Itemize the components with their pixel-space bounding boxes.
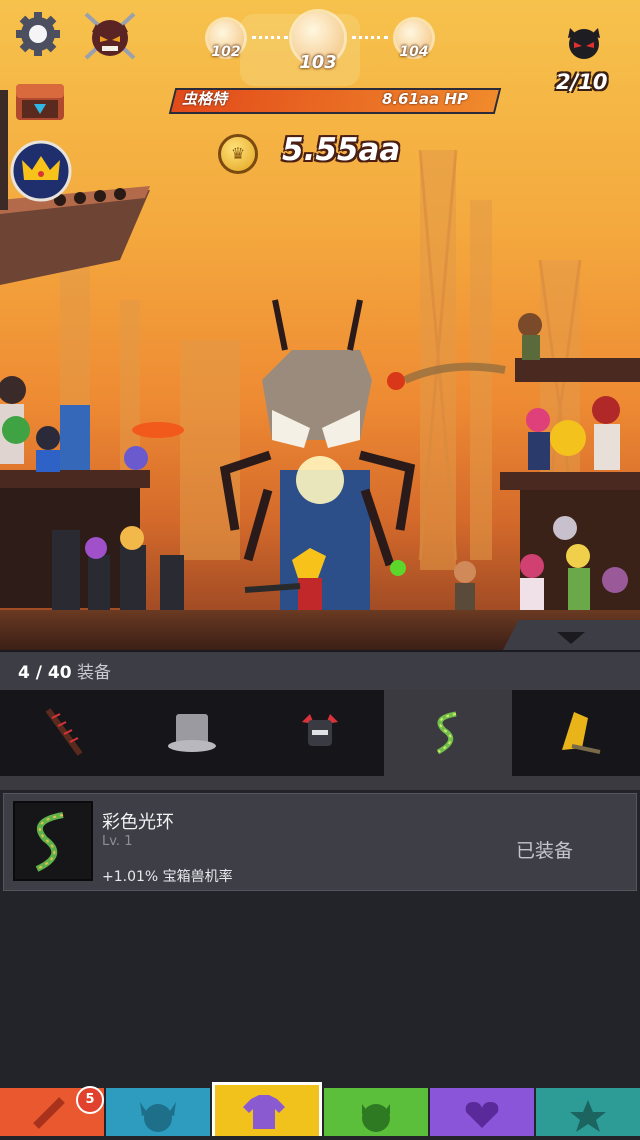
item-name: 彩色光环 [102,812,174,833]
nav-tab-achievements[interactable] [536,1088,640,1136]
panel-collapse-toggle[interactable] [502,620,640,652]
nav-tab-heroes[interactable] [106,1088,210,1136]
boss-battle-icon[interactable] [82,10,138,62]
stage-connector [252,36,288,39]
equipment-tabs [0,690,640,776]
nav-tab-artifacts[interactable] [430,1088,534,1136]
stage-current-number: 103 [299,52,337,73]
item-thumbnail [13,801,93,881]
bottom-nav: 5 [0,1082,640,1136]
equipment-count-label: 装备 [76,663,111,683]
demon-skull-icon [564,22,604,62]
kill-counter: 2/10 [556,70,608,94]
boss-name: 虫格特 [182,90,228,108]
shirt-icon [243,1095,285,1129]
tab-hat[interactable] [128,690,256,776]
tab-relic[interactable] [512,690,640,776]
equipment-count: 4 / 40 装备 [18,658,111,683]
equipment-count-value: 4 / 40 [18,663,72,683]
tab-helmet[interactable] [256,690,384,776]
stage-connector [352,36,388,39]
heart-icon [465,1102,499,1128]
viking-helmet-icon [140,1102,176,1132]
treasure-chest-icon[interactable] [14,80,66,124]
nav-tab-attack[interactable]: 5 [0,1086,104,1136]
chevron-down-icon [557,632,585,644]
golden-wing-sword-icon [562,712,601,754]
stage-previous-number: 102 [211,44,241,60]
notification-badge: 5 [76,1086,104,1114]
boss-hp-value: 8.61aa HP [382,90,469,108]
star-icon [570,1100,606,1132]
gold-amount: 5.55aa [282,132,401,168]
tab-separator [0,776,640,790]
stage-next-number: 104 [399,44,429,60]
top-hat-icon [168,714,216,752]
crown-button-icon[interactable] [10,140,72,202]
item-level: Lv. 1 [102,834,133,849]
item-bonus: +1.01% 宝箱兽机率 [102,869,233,885]
rainbow-aura-icon [35,812,64,872]
nav-tab-pets[interactable] [324,1088,428,1136]
equipment-item-card[interactable]: 彩色光环 Lv. 1 +1.01% 宝箱兽机率 已装备 [3,793,637,891]
tab-weapon[interactable] [0,690,128,776]
settings-gear-icon[interactable] [14,10,62,58]
rainbow-aura-icon [436,711,457,755]
horned-helmet-icon [302,714,338,746]
stage-progress: 102 103 104 [200,12,440,86]
equipped-status: 已装备 [516,840,574,862]
game-scene[interactable]: 102 103 104 2/10 虫格特 8.61aa HP ♛ 5.55aa [0,0,640,650]
nav-tab-equipment[interactable] [212,1082,322,1136]
spiked-bat-icon [45,708,83,756]
monster-icon [362,1104,390,1132]
tab-aura[interactable] [384,690,512,776]
gold-coin-icon: ♛ [218,134,258,174]
